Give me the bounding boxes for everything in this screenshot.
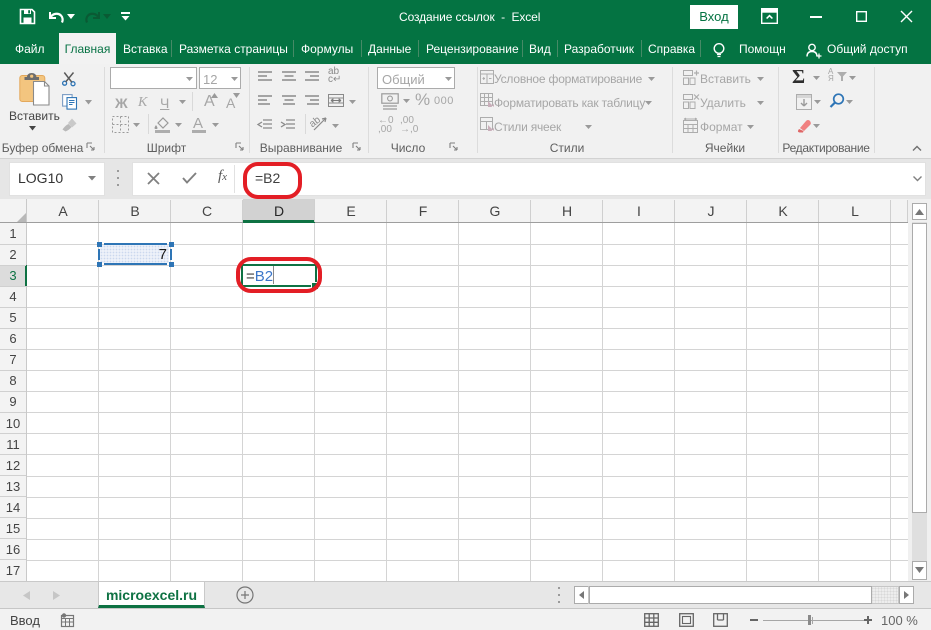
svg-text:ab: ab (307, 114, 323, 130)
